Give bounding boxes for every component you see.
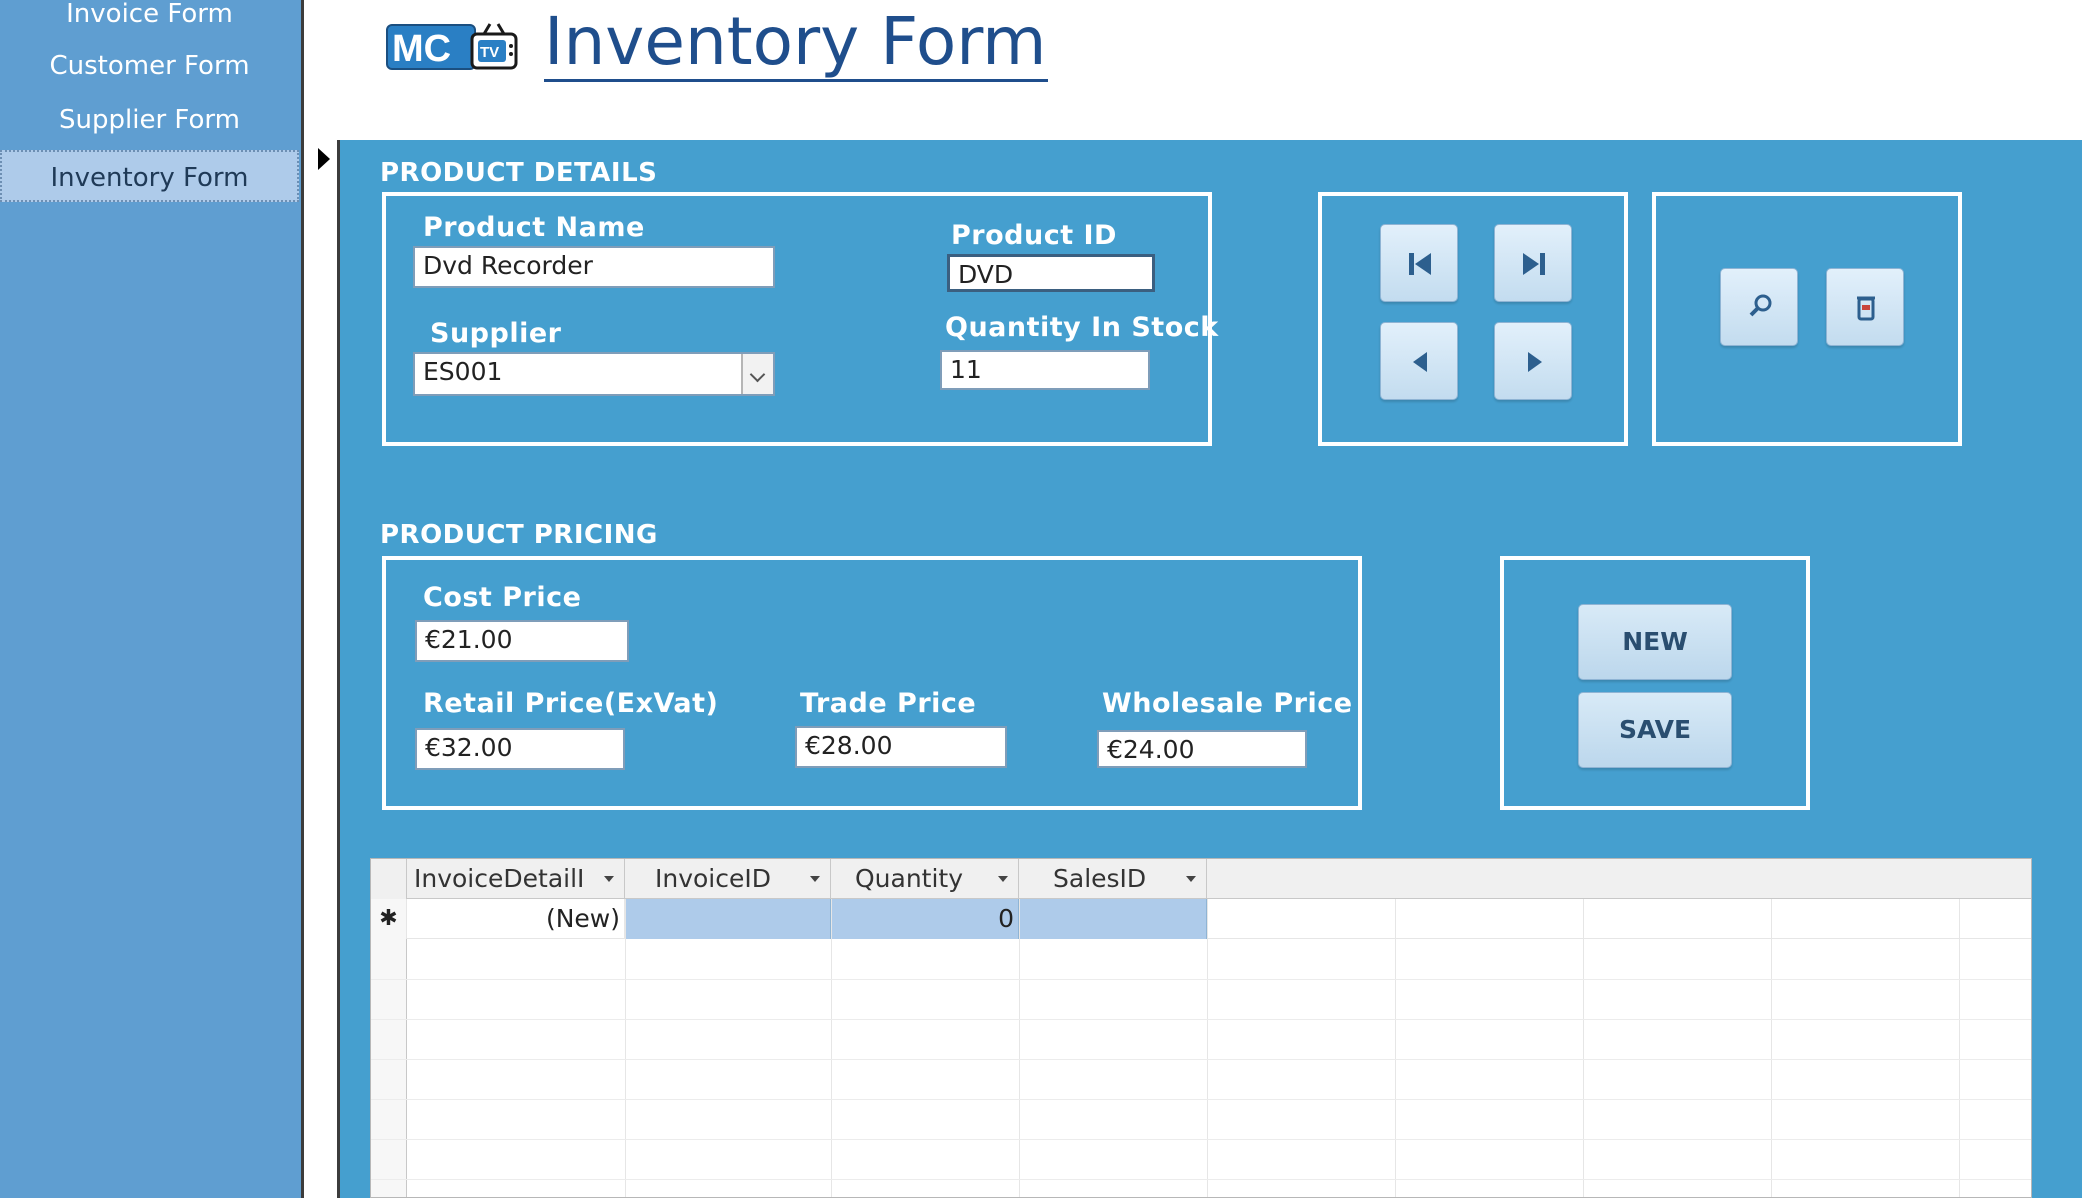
- current-record-icon: [318, 148, 330, 170]
- cell-quantity[interactable]: 0: [831, 899, 1019, 939]
- previous-record-button[interactable]: [1380, 322, 1458, 400]
- table-row-new[interactable]: ✱ (New) 0: [371, 899, 2031, 939]
- column-header-label: InvoiceID: [655, 864, 772, 893]
- retail-price-field[interactable]: €32.00: [415, 728, 625, 770]
- record-selector[interactable]: [304, 140, 340, 1198]
- svg-text:TV: TV: [480, 44, 499, 61]
- record-actions-box: [1652, 192, 1962, 446]
- first-record-button[interactable]: [1380, 224, 1458, 302]
- grid-line: [371, 1139, 2031, 1140]
- previous-record-icon: [1413, 352, 1427, 372]
- next-record-button[interactable]: [1494, 322, 1572, 400]
- dropdown-arrow-icon[interactable]: [1186, 876, 1196, 882]
- column-header-label: Quantity: [855, 864, 964, 893]
- column-header-quantity[interactable]: Quantity: [831, 859, 1019, 899]
- grid-line: [1019, 899, 1020, 1197]
- nav-item-invoice-form[interactable]: Invoice Form: [0, 0, 299, 40]
- cell-salesid[interactable]: [1019, 899, 1207, 939]
- invoice-details-subform[interactable]: InvoiceDetailI InvoiceID Quantity SalesI…: [370, 858, 2032, 1198]
- trade-price-label: Trade Price: [800, 688, 977, 719]
- column-header-label: InvoiceDetailI: [414, 864, 585, 893]
- quantity-in-stock-field[interactable]: 11: [940, 350, 1150, 390]
- form-detail: PRODUCT DETAILS Product Name Dvd Recorde…: [340, 140, 2082, 1198]
- grid-line: [1771, 899, 1772, 1197]
- cell-invoicedetailid[interactable]: (New): [407, 899, 625, 939]
- record-navigation-box: [1318, 192, 1628, 446]
- first-record-icon: [1409, 253, 1431, 275]
- grid-line: [1583, 899, 1584, 1197]
- nav-item-customer-form[interactable]: Customer Form: [0, 40, 299, 92]
- column-header-invoicedetailid[interactable]: InvoiceDetailI: [407, 859, 625, 899]
- chevron-down-icon[interactable]: [741, 354, 773, 394]
- column-header-label: SalesID: [1053, 864, 1147, 893]
- grid-line: [371, 1019, 2031, 1020]
- cost-price-field[interactable]: €21.00: [415, 620, 629, 662]
- nav-item-supplier-form[interactable]: Supplier Form: [0, 94, 299, 146]
- page-title: Inventory Form: [544, 3, 1049, 82]
- grid-line: [625, 899, 626, 1197]
- column-header-salesid[interactable]: SalesID: [1019, 859, 1207, 899]
- search-icon: [1749, 294, 1772, 317]
- grid-line: [371, 979, 2031, 980]
- dropdown-arrow-icon[interactable]: [998, 876, 1008, 882]
- next-record-icon: [1528, 352, 1542, 372]
- product-name-field[interactable]: Dvd Recorder: [413, 246, 775, 288]
- new-record-button[interactable]: NEW: [1578, 604, 1732, 680]
- last-record-button[interactable]: [1494, 224, 1572, 302]
- supplier-value: ES001: [423, 357, 503, 386]
- grid-line: [831, 899, 832, 1197]
- grid-line: [1959, 899, 1960, 1197]
- grid-line: [1207, 899, 1208, 1197]
- find-record-button[interactable]: [1720, 268, 1798, 346]
- product-pricing-heading: PRODUCT PRICING: [380, 520, 658, 550]
- supplier-label: Supplier: [430, 318, 562, 349]
- quantity-in-stock-label: Quantity In Stock: [945, 312, 1219, 343]
- cell-invoiceid[interactable]: [625, 899, 831, 939]
- dropdown-arrow-icon[interactable]: [810, 876, 820, 882]
- wholesale-price-label: Wholesale Price: [1102, 688, 1353, 719]
- datasheet-header: InvoiceDetailI InvoiceID Quantity SalesI…: [371, 859, 2031, 899]
- last-record-icon: [1523, 253, 1545, 275]
- product-id-field[interactable]: DVD: [947, 254, 1155, 292]
- retail-price-label: Retail Price(ExVat): [423, 688, 719, 719]
- supplier-combo[interactable]: ES001: [413, 352, 775, 396]
- cost-price-label: Cost Price: [423, 582, 582, 613]
- svg-text:MC: MC: [392, 28, 451, 70]
- grid-line: [1395, 899, 1396, 1197]
- navigation-pane: Invoice Form Customer Form Supplier Form…: [0, 0, 301, 1198]
- delete-record-button[interactable]: [1826, 268, 1904, 346]
- new-record-marker[interactable]: ✱: [371, 899, 407, 939]
- select-all-corner[interactable]: [371, 859, 407, 899]
- delete-icon: [1857, 296, 1875, 321]
- dropdown-arrow-icon[interactable]: [604, 876, 614, 882]
- product-details-heading: PRODUCT DETAILS: [380, 158, 658, 188]
- column-header-invoiceid[interactable]: InvoiceID: [625, 859, 831, 899]
- trade-price-field[interactable]: €28.00: [795, 726, 1007, 768]
- grid-line: [371, 1059, 2031, 1060]
- wholesale-price-field[interactable]: €24.00: [1097, 730, 1307, 768]
- save-record-button[interactable]: SAVE: [1578, 692, 1732, 768]
- mctv-logo-icon: MC TV: [386, 23, 518, 70]
- form-header: MC TV Inventory Form: [304, 0, 2082, 140]
- product-id-label: Product ID: [951, 220, 1117, 251]
- record-commands-box: [1500, 556, 1810, 810]
- nav-item-inventory-form[interactable]: Inventory Form: [0, 150, 299, 202]
- product-name-label: Product Name: [423, 212, 645, 243]
- grid-line: [371, 1099, 2031, 1100]
- grid-line: [371, 1179, 2031, 1180]
